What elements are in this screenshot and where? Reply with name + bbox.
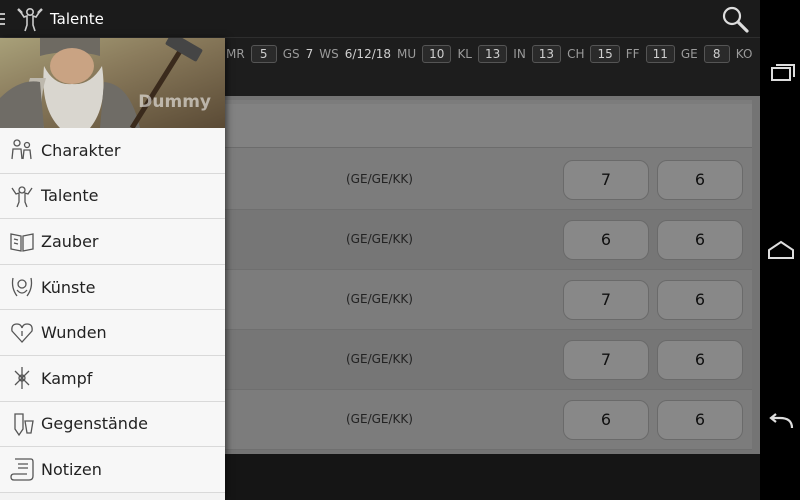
system-navigation-bar: [760, 0, 800, 500]
talent-taw-button[interactable]: 6: [657, 280, 743, 320]
nav-item-talente[interactable]: Talente: [0, 173, 225, 220]
nav-item-label: Künste: [41, 277, 96, 297]
talent-taw-button[interactable]: 6: [657, 400, 743, 440]
attribute-kl: KL 13: [457, 45, 508, 63]
nav-item-label: Gegenstände: [41, 414, 148, 434]
dwarf-portrait-image: [0, 38, 203, 128]
spellbook-icon: [10, 233, 34, 253]
talent-taw-button[interactable]: 6: [657, 340, 743, 380]
talent-value-button[interactable]: 7: [563, 280, 649, 320]
character-icon: [11, 139, 32, 160]
page-title: Talente: [50, 9, 104, 28]
attribute-value: 10: [422, 45, 452, 63]
attribute-ff: FF 11: [626, 45, 675, 63]
combat-icon: [14, 367, 30, 390]
attribute-mu: MU 10: [397, 45, 452, 63]
action-bar: Talente: [0, 0, 760, 38]
attribute-label: KO: [735, 47, 753, 61]
nav-item-wunden[interactable]: Wunden: [0, 310, 225, 356]
character-portrait[interactable]: Dummy: [0, 38, 225, 128]
nav-item-kampf[interactable]: Kampf: [0, 355, 225, 402]
attribute-value: 13: [478, 45, 508, 63]
attribute-label: CH: [567, 47, 585, 61]
attribute-label: MR: [226, 47, 245, 61]
attribute-label: GE: [680, 47, 698, 61]
attribute-value: 11: [645, 45, 675, 63]
character-name: Dummy: [138, 92, 211, 112]
nav-item-label: Zauber: [41, 231, 99, 251]
drawer-indicator-icon[interactable]: [0, 12, 6, 25]
attribute-label: FF: [625, 47, 640, 61]
talent-value-button[interactable]: 7: [563, 160, 649, 200]
navigation-drawer: Dummy Charakter Talente Zauber Künste Wunden…: [0, 38, 225, 500]
attribute-label: MU: [397, 47, 417, 61]
talent-value-button[interactable]: 7: [563, 340, 649, 380]
attribute-value: 8: [703, 45, 730, 63]
arts-icon: [11, 277, 33, 297]
nav-item-gegenstnde[interactable]: Gegenstände: [0, 401, 225, 448]
attribute-in: IN 13: [513, 45, 562, 63]
strongman-icon: [11, 186, 33, 208]
attribute-label: IN: [513, 47, 526, 61]
talent-taw-button[interactable]: 6: [657, 220, 743, 260]
search-icon[interactable]: [720, 4, 750, 34]
talent-probe: (GE/GE/KK): [346, 232, 413, 246]
attribute-ge: GE 8: [681, 45, 730, 63]
talent-value-button[interactable]: 6: [563, 220, 649, 260]
nav-item-zauber[interactable]: Zauber: [0, 219, 225, 265]
home-icon[interactable]: [766, 238, 796, 262]
nav-item-label: Charakter: [41, 140, 121, 160]
attribute-label: GS: [282, 47, 300, 61]
nav-item-label: Talente: [41, 186, 99, 206]
talent-probe: (GE/GE/KK): [346, 292, 413, 306]
nav-item-charakter[interactable]: Charakter: [0, 128, 225, 174]
nav-item-label: Notizen: [41, 459, 102, 479]
attribute-ws: WS 6/12/18: [319, 47, 391, 61]
attribute-value: 6/12/18: [344, 47, 392, 61]
back-icon[interactable]: [766, 412, 796, 436]
attribute-value: 5: [250, 45, 277, 63]
nav-item-label: Kampf: [41, 368, 93, 388]
nav-item-label: Wunden: [41, 323, 107, 343]
attribute-gs: GS 7: [283, 47, 314, 61]
talent-value-button[interactable]: 6: [563, 400, 649, 440]
attribute-ch: CH 15: [567, 45, 620, 63]
talent-probe: (GE/GE/KK): [346, 172, 413, 186]
attribute-value: 15: [590, 45, 620, 63]
talent-probe: (GE/GE/KK): [346, 412, 413, 426]
recent-apps-icon[interactable]: [766, 62, 796, 86]
talent-taw-button[interactable]: 6: [657, 160, 743, 200]
wounds-heart-icon: [11, 323, 33, 343]
attribute-ko: KO: [736, 47, 759, 61]
attribute-mr: MR 5: [226, 45, 277, 63]
attribute-value: 13: [531, 45, 562, 63]
attribute-label: WS: [319, 47, 339, 61]
items-icon: [14, 413, 34, 437]
scroll-icon: [10, 458, 34, 482]
attribute-label: KL: [457, 47, 472, 61]
strongman-icon[interactable]: [16, 5, 44, 33]
nav-item-notizen[interactable]: Notizen: [0, 447, 225, 493]
talent-probe: (GE/GE/KK): [346, 352, 413, 366]
nav-item-knste[interactable]: Künste: [0, 264, 225, 311]
attribute-value: 7: [305, 47, 314, 61]
